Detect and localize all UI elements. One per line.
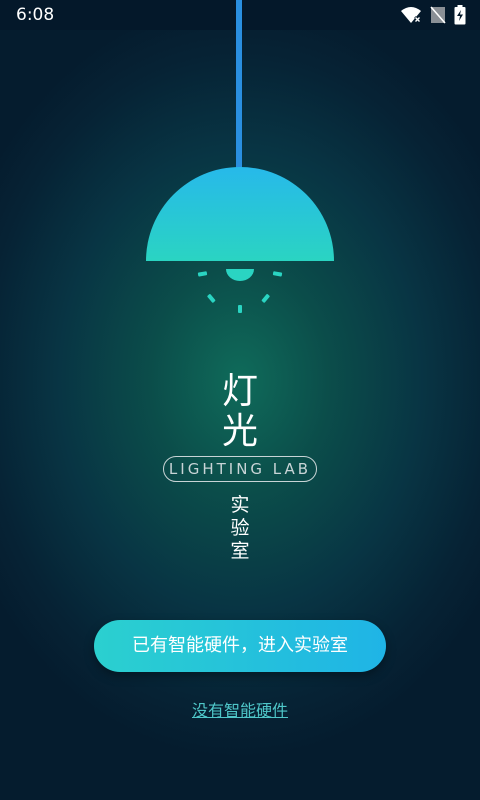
title-line-2: 光 — [221, 411, 258, 452]
title-line-1: 灯 — [221, 371, 258, 412]
no-hardware-link[interactable]: 没有智能硬件 — [0, 697, 480, 721]
lamp-cord — [236, 0, 242, 172]
lamp-bulb — [226, 269, 254, 281]
subtitle-char-2: 验 — [230, 517, 250, 539]
lighting-lab-badge: LIGHTING LAB — [163, 456, 317, 482]
lamp-illustration — [146, 0, 334, 313]
subtitle-char-3: 室 — [230, 540, 250, 562]
subtitle-char-1: 实 — [230, 494, 250, 516]
enter-lab-button[interactable]: 已有智能硬件，进入实验室 — [94, 620, 386, 672]
lamp-shade — [146, 167, 334, 261]
